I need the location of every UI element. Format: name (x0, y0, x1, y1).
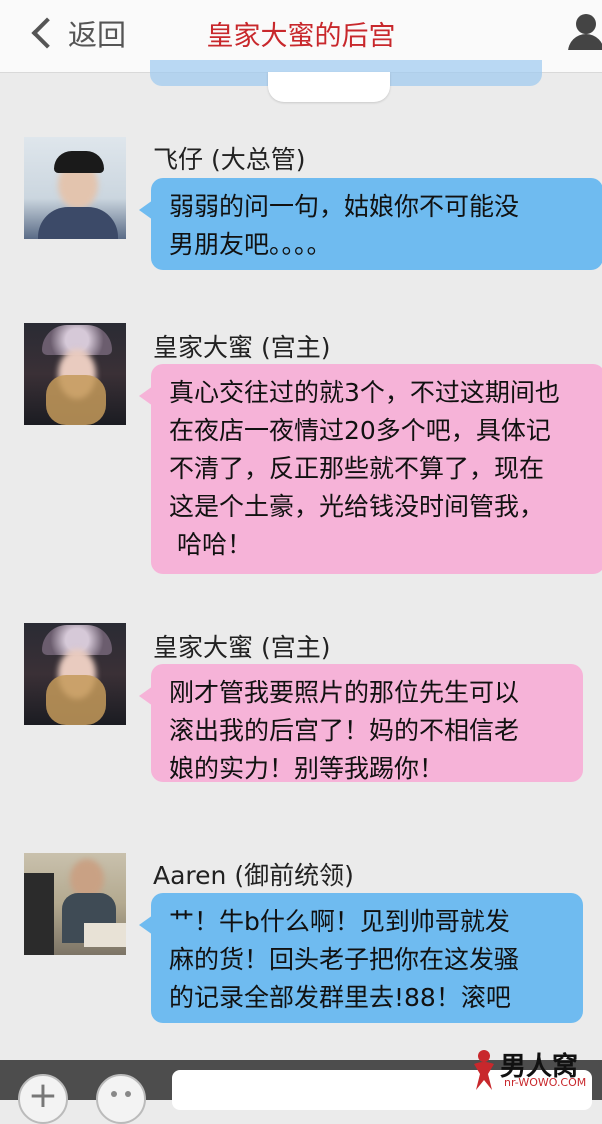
message-line: 麻的货！回头老子把你在这发骚 (169, 945, 520, 974)
message-line: 弱弱的问一句，姑娘你不可能没 (169, 192, 520, 221)
logo-icon (474, 1050, 494, 1090)
avatar[interactable] (24, 623, 126, 725)
message-line: 这是个土豪，光给钱没时间管我， (169, 492, 545, 521)
message-bubble[interactable]: 真心交往过的就3个，不过这期间也 在夜店一夜情过20多个吧，具体记 不清了，反正… (139, 364, 602, 574)
message-line: 在夜店一夜情过20多个吧，具体记 (169, 416, 551, 445)
message-line: 刚才管我要照片的那位先生可以 (169, 678, 520, 707)
plus-icon: + (27, 1075, 59, 1116)
message-line: 真心交往过的就3个，不过这期间也 (169, 378, 560, 407)
message-bubble[interactable]: 弱弱的问一句，姑娘你不可能没 男朋友吧。。。。 (139, 178, 602, 270)
sender-name: 皇家大蜜 (宫主) (153, 333, 331, 362)
message-line: 的记录全部发群里去!88！滚吧 (169, 983, 511, 1012)
message-line: 娘的实力！别等我踢你！ (169, 754, 445, 783)
sender-name: Aaren (御前统领) (153, 861, 354, 890)
emoji-icon (111, 1091, 131, 1097)
avatar[interactable] (24, 137, 126, 239)
sender-name: 皇家大蜜 (宫主) (153, 633, 331, 662)
watermark-url: nr-WOWO.COM (504, 1076, 587, 1089)
sender-name: 飞仔 (大总管) (153, 145, 306, 174)
emoji-button[interactable] (96, 1074, 146, 1124)
group-members-icon[interactable] (568, 10, 602, 50)
avatar[interactable] (24, 323, 126, 425)
message-bubble[interactable]: 艹！牛b什么啊！见到帅哥就发 麻的货！回头老子把你在这发骚 的记录全部发群里去!… (139, 893, 583, 1023)
message-line: 不清了，反正那些就不算了，现在 (169, 454, 545, 483)
chat-title: 皇家大蜜的后宫 (206, 21, 396, 52)
message-line: 男朋友吧。。。。 (169, 230, 332, 259)
pull-down-tab[interactable] (268, 72, 390, 102)
plus-button[interactable]: + (18, 1074, 68, 1124)
message-line: 滚出我的后宫了！妈的不相信老 (169, 716, 520, 745)
avatar[interactable] (24, 853, 126, 955)
message-bubble[interactable]: 刚才管我要照片的那位先生可以 滚出我的后宫了！妈的不相信老 娘的实力！别等我踢你… (139, 664, 583, 783)
message-line: 艹！牛b什么啊！见到帅哥就发 (169, 907, 510, 936)
message-line: 哈哈！ (169, 530, 252, 559)
watermark: 男人窝 nr-WOWO.COM (470, 1044, 598, 1098)
